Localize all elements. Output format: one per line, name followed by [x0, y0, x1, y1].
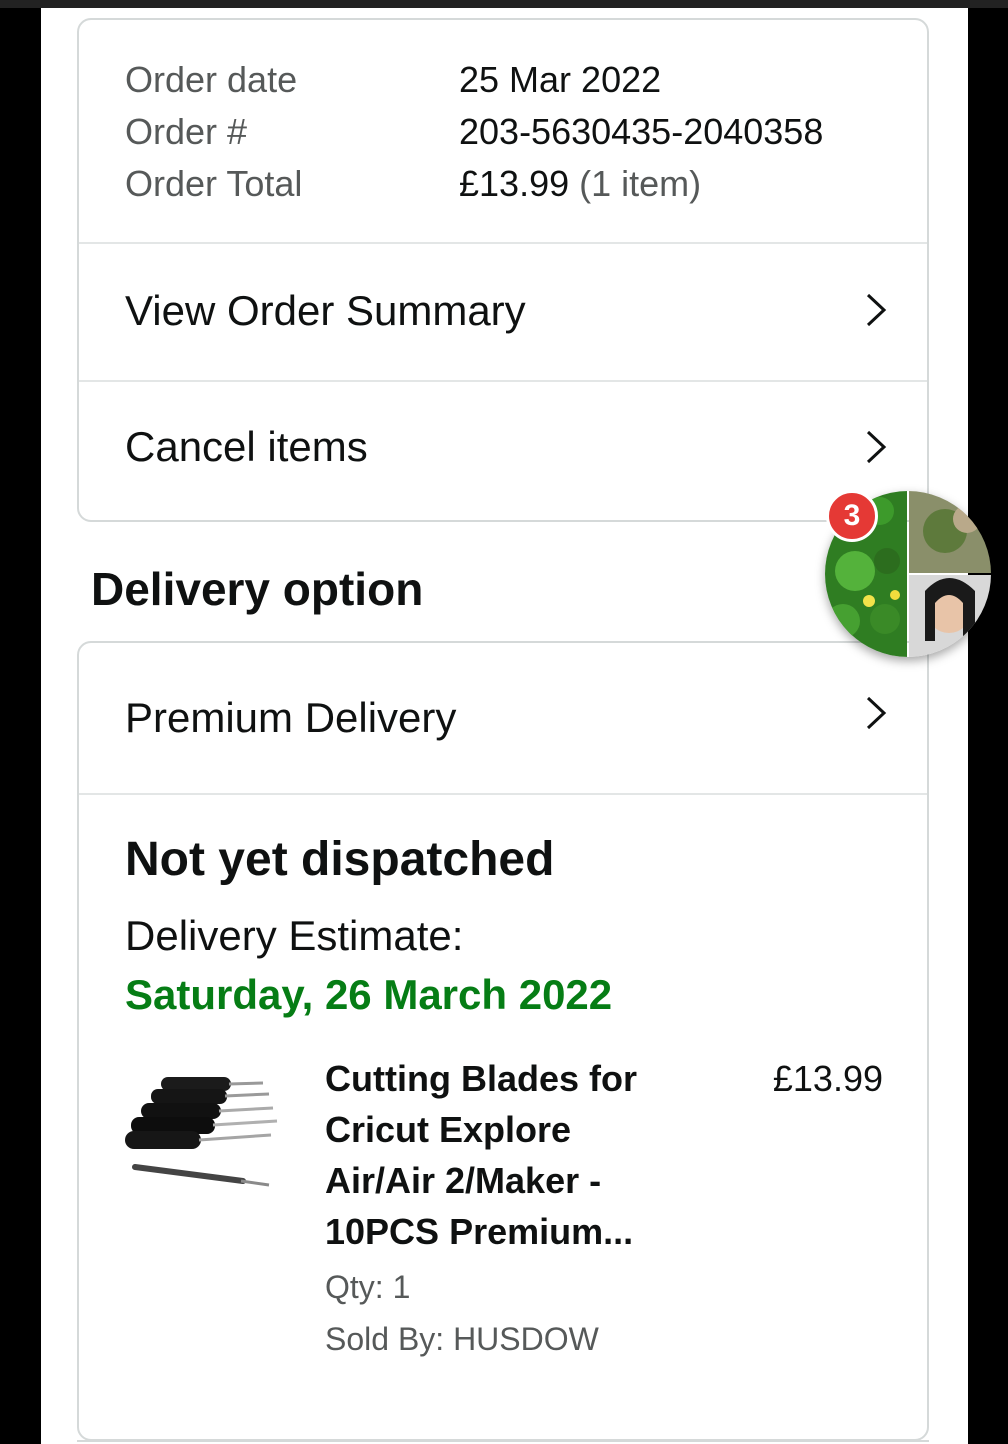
view-order-summary-row[interactable]: View Order Summary — [79, 244, 927, 380]
delivery-estimate-date: Saturday, 26 March 2022 — [125, 971, 613, 1018]
next-card-edge — [77, 1440, 929, 1442]
cancel-items-row[interactable]: Cancel items — [79, 382, 927, 520]
premium-delivery-row[interactable]: Premium Delivery — [79, 643, 927, 793]
status-bar-edge — [0, 0, 1008, 8]
order-date-value: 25 Mar 2022 — [459, 59, 662, 100]
chevron-right-icon — [866, 430, 887, 464]
order-total-value: £13.99 (1 item) — [459, 162, 701, 206]
premium-delivery-label: Premium Delivery — [125, 694, 457, 741]
order-number-value: 203-5630435-2040358 — [459, 111, 824, 152]
cancel-items-label: Cancel items — [125, 423, 368, 470]
product-seller: Sold By: HUSDOW — [325, 1321, 599, 1357]
order-details-page: Order date 25 Mar 2022 Order # 203-56304… — [41, 8, 968, 1444]
divider — [79, 793, 927, 795]
product-price: £13.99 — [772, 1058, 883, 1099]
delivery-card: Premium Delivery Not yet dispatched Deli… — [77, 641, 929, 1441]
chevron-right-icon — [866, 696, 887, 730]
cutting-blades-product-image[interactable] — [123, 1073, 289, 1203]
product-title-link[interactable]: Cutting Blades for Cricut Explore Air/Ai… — [325, 1053, 685, 1257]
unread-count-badge: 3 — [826, 490, 878, 542]
shipment-status: Not yet dispatched — [125, 833, 555, 886]
order-number-label: Order # — [125, 111, 248, 152]
order-total-label: Order Total — [125, 163, 303, 204]
delivery-option-heading: Delivery option — [91, 563, 424, 615]
product-quantity: Qty: 1 — [325, 1269, 411, 1305]
view-order-summary-label: View Order Summary — [125, 287, 526, 334]
delivery-estimate-label: Delivery Estimate: — [125, 912, 464, 959]
order-date-label: Order date — [125, 59, 298, 100]
chevron-right-icon — [866, 293, 887, 327]
order-info-card: Order date 25 Mar 2022 Order # 203-56304… — [77, 18, 929, 522]
order-total-items: (1 item) — [579, 163, 702, 204]
order-total-amount: £13.99 — [459, 163, 570, 204]
